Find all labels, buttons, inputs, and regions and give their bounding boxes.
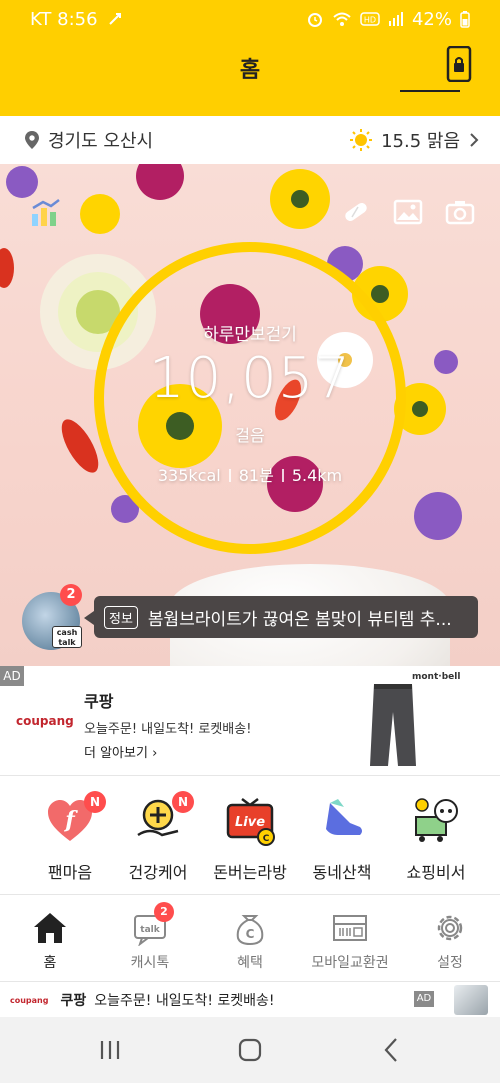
tab-label: 혜택 [237,955,263,971]
stats-chart-icon[interactable] [30,196,62,228]
banner-thumbnail-image [454,985,488,1015]
calories-value: 335kcal [157,466,221,485]
wifi-icon [333,12,351,26]
notification-icon [108,13,121,25]
coin-bag-icon: C [236,915,264,946]
advertiser-name: 쿠팡 [84,692,114,711]
cashtalk-mascot-label: cash talk [52,626,82,648]
battery-percent: 42% [411,8,452,30]
info-notice-bubble[interactable]: 정보 봄웜브라이트가 끊여온 봄맞이 뷰티템 추... [84,596,478,638]
ad-learn-more-link[interactable]: 더 알아보기 › [84,742,157,761]
svg-text:HD: HD [364,16,376,25]
banner-ad[interactable]: coupang 쿠팡 오늘주문! 내일도착! 로켓배송! AD [0,983,500,1017]
battery-icon [460,11,470,28]
app-header: 홈 [0,38,500,116]
step-counter-hero: 하루만보걷기 10,057 걸음 335kcal 81분 5.4km cash ta… [0,164,500,666]
svg-text:talk: talk [140,925,160,935]
step-stats: 335kcal 81분 5.4km [0,462,500,486]
page-title: 홈 [239,58,261,83]
tab-benefits[interactable]: C 혜택 [200,910,300,972]
quick-item-label: 돈버는라방 [213,863,287,882]
quick-item-live[interactable]: Live C 돈버는라방 [200,795,300,883]
home-button-icon[interactable] [230,1035,270,1065]
quick-item-health-care[interactable]: N 건강케어 [108,791,208,883]
alarm-icon [307,13,322,27]
tab-mobile-voucher[interactable]: 모바일교환권 [300,910,400,972]
tab-label: 모바일교환권 [311,955,389,971]
new-badge: N [172,791,194,813]
step-unit: 걸음 [235,426,265,445]
gallery-icon[interactable] [392,196,424,228]
carrier-time: KT 8:56 [30,8,98,30]
svg-text:C: C [263,834,270,844]
stats-divider [281,469,284,482]
signal-icon [388,12,403,26]
step-goal-label: 하루만보걷기 [203,325,297,345]
banner-ad-label: AD [414,991,434,1007]
svg-text:C: C [246,927,255,941]
location-pin-icon [25,131,39,149]
chevron-right-icon [470,133,479,147]
step-count: 10,057 [149,346,351,411]
pill-icon[interactable] [340,196,372,228]
gear-icon [437,915,463,941]
banner-name: 쿠팡 [60,993,87,1009]
quick-item-walk[interactable]: 동네산책 [292,795,392,883]
status-bar: KT 8:56 HD 42% [0,0,500,38]
quick-item-label: 팬마음 [47,863,93,882]
distance-value: 5.4km [291,466,343,485]
advertiser-logo: coupang [16,714,74,728]
tab-settings[interactable]: 설정 [400,910,500,972]
sun-icon [350,129,373,151]
notification-badge: 2 [60,584,82,606]
pants-product-image [370,684,416,766]
shopping-mascot-icon [415,798,458,842]
banner-logo: coupang [10,995,49,1005]
ad-label: AD [0,666,24,686]
bottom-tab-bar: 홈 talk 2 캐시톡 C 혜택 모바일교환권 설정 [0,896,500,982]
system-nav-bar [0,1017,500,1083]
banner-text: 오늘주문! 내일도착! 로켓배송! [94,993,275,1009]
minutes-value: 81분 [238,466,274,485]
quick-item-label: 동네산책 [312,863,372,882]
svg-text:Live: Live [235,815,265,830]
home-icon [34,913,66,943]
quick-item-fan-maeum[interactable]: f N 팬마음 [20,791,120,883]
voucher-icon [333,915,367,941]
lock-screen-icon[interactable] [446,46,472,82]
tab-cashtalk[interactable]: talk 2 캐시톡 [100,902,200,972]
weather-text: 15.5 맑음 [381,131,460,152]
quick-item-label: 건강케어 [128,863,188,882]
tab-home[interactable]: 홈 [0,910,100,972]
ad-description: 오늘주문! 내일도착! 로켓배송! [84,722,252,737]
tab-label: 홈 [43,955,57,971]
notice-tag: 정보 [104,605,138,629]
location-name: 경기도 오산시 [48,131,154,152]
quick-menu: f N 팬마음 N 건강케어 Live C 돈버는라방 동네산책 쇼핑비서 [0,777,500,895]
live-tv-icon: Live C [226,798,275,846]
header-divider [400,90,460,92]
hd-icon: HD [360,12,380,26]
camera-icon[interactable] [444,196,476,228]
tab-label: 캐시톡 [130,955,170,971]
notice-text: 봄웜브라이트가 끊여온 봄맞이 뷰티템 추... [147,609,452,630]
quick-item-shopping[interactable]: 쇼핑비서 [386,795,486,883]
ad-card[interactable]: AD coupang 쿠팡 오늘주문! 내일도착! 로켓배송! 더 알아보기 ›… [0,666,500,776]
ad-brand-label: mont·bell [412,672,461,682]
stats-divider [228,469,231,482]
recent-apps-icon[interactable] [90,1035,130,1065]
quick-item-label: 쇼핑비서 [406,863,466,882]
sneaker-icon [326,799,362,835]
new-badge: N [84,791,106,813]
tab-label: 설정 [437,955,463,971]
location-weather-bar[interactable]: 경기도 오산시 15.5 맑음 [0,116,500,164]
tab-badge: 2 [154,902,174,922]
back-icon[interactable] [370,1035,410,1065]
